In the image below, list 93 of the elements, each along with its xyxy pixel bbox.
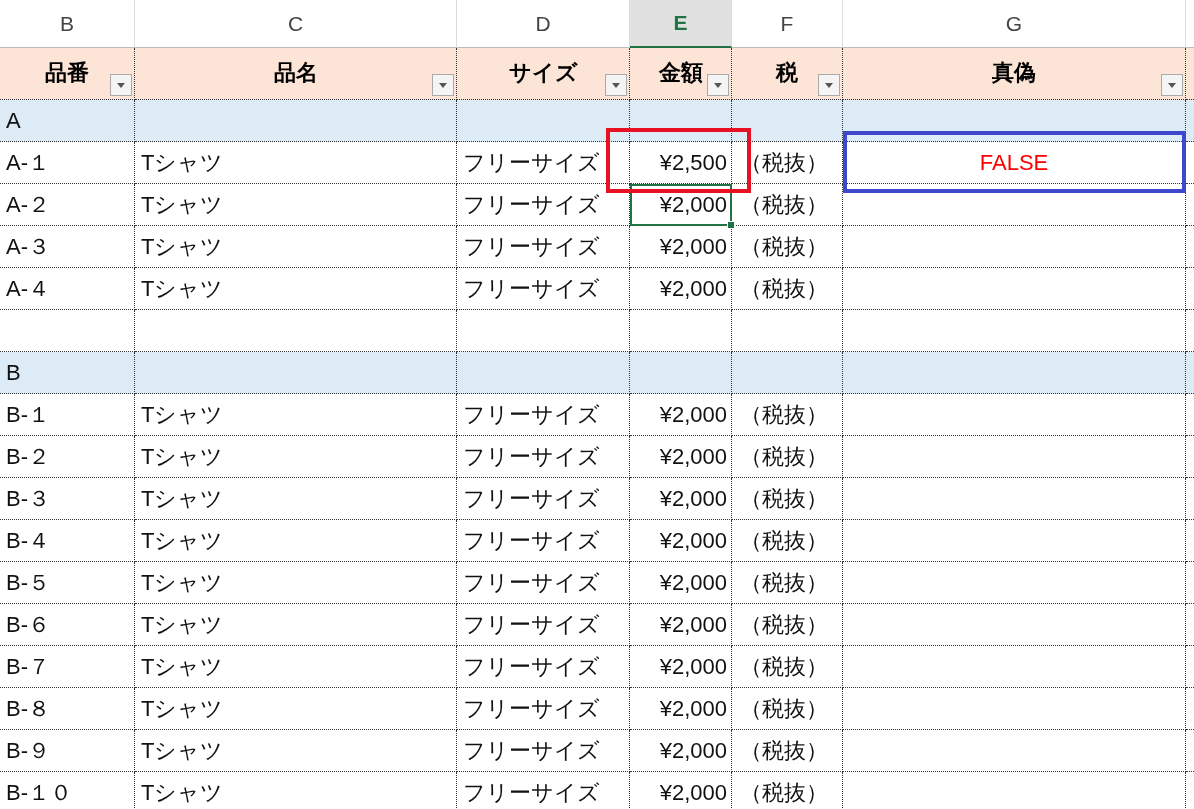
caret-icon (117, 82, 125, 88)
filter-button[interactable] (707, 74, 729, 96)
item-code: B-６ (0, 604, 135, 646)
fill-handle[interactable] (727, 221, 735, 229)
item-code: B-７ (0, 646, 135, 688)
tax-label: （税抜） (732, 226, 843, 268)
price-cell[interactable]: ¥2,000 (630, 268, 732, 310)
item-size: フリーサイズ (457, 142, 630, 184)
column-header[interactable]: E (630, 0, 732, 48)
item-code: B-９ (0, 730, 135, 772)
group-cell: A (0, 100, 135, 142)
price-cell[interactable]: ¥2,000 (630, 436, 732, 478)
item-name: Tシャツ (135, 520, 457, 562)
tax-label: （税抜） (732, 268, 843, 310)
item-code: B-５ (0, 562, 135, 604)
price-cell[interactable]: ¥2,000 (630, 688, 732, 730)
item-size: フリーサイズ (457, 562, 630, 604)
tax-label: （税抜） (732, 730, 843, 772)
item-size: フリーサイズ (457, 268, 630, 310)
header-label: 真偽 (992, 58, 1036, 87)
tax-label: （税抜） (732, 142, 843, 184)
item-code: B-３ (0, 478, 135, 520)
item-name: Tシャツ (135, 268, 457, 310)
item-code: B-１ (0, 394, 135, 436)
item-name: Tシャツ (135, 394, 457, 436)
header-label: 税 (776, 58, 798, 87)
caret-icon (439, 82, 447, 88)
item-name: Tシャツ (135, 604, 457, 646)
item-size: フリーサイズ (457, 436, 630, 478)
header-label: 金額 (658, 58, 703, 87)
item-name: Tシャツ (135, 646, 457, 688)
item-name: Tシャツ (135, 478, 457, 520)
price-cell[interactable]: ¥2,000 (630, 478, 732, 520)
tax-label: （税抜） (732, 562, 843, 604)
price-cell[interactable]: ¥2,000 (630, 604, 732, 646)
tax-label: （税抜） (732, 646, 843, 688)
item-code: B-８ (0, 688, 135, 730)
item-code: B-２ (0, 436, 135, 478)
item-size: フリーサイズ (457, 226, 630, 268)
item-name: Tシャツ (135, 436, 457, 478)
item-size: フリーサイズ (457, 184, 630, 226)
filter-button[interactable] (110, 74, 132, 96)
item-code: A-１ (0, 142, 135, 184)
header-label: サイズ (508, 58, 578, 87)
price-cell[interactable]: ¥2,000 (630, 226, 732, 268)
item-size: フリーサイズ (457, 604, 630, 646)
tax-label: （税抜） (732, 772, 843, 809)
tax-label: （税抜） (732, 184, 843, 226)
item-code: A-４ (0, 268, 135, 310)
boolean-value: FALSE (979, 149, 1049, 176)
caret-icon (825, 82, 833, 88)
price-cell[interactable]: ¥2,000 (630, 562, 732, 604)
item-code: A-３ (0, 226, 135, 268)
item-size: フリーサイズ (457, 478, 630, 520)
item-code: A-２ (0, 184, 135, 226)
tax-label: （税抜） (732, 688, 843, 730)
filter-button[interactable] (432, 74, 454, 96)
caret-icon (1168, 82, 1176, 88)
item-name: Tシャツ (135, 142, 457, 184)
caret-icon (612, 82, 620, 88)
item-name: Tシャツ (135, 226, 457, 268)
price-cell[interactable]: ¥2,000 (630, 646, 732, 688)
item-name: Tシャツ (135, 730, 457, 772)
header-label: 品名 (273, 58, 318, 87)
item-size: フリーサイズ (457, 394, 630, 436)
item-size: フリーサイズ (457, 688, 630, 730)
item-size: フリーサイズ (457, 520, 630, 562)
header-label: 品番 (45, 58, 89, 87)
filter-button[interactable] (605, 74, 627, 96)
filter-button[interactable] (1161, 74, 1183, 96)
item-name: Tシャツ (135, 562, 457, 604)
tax-label: （税抜） (732, 436, 843, 478)
price-cell[interactable]: ¥2,000 (630, 520, 732, 562)
price-cell[interactable]: ¥2,000 (630, 772, 732, 809)
caret-icon (714, 82, 722, 88)
item-size: フリーサイズ (457, 772, 630, 809)
price-cell[interactable]: ¥2,500 (630, 142, 732, 184)
price-cell[interactable]: ¥2,000 (630, 184, 732, 226)
tax-label: （税抜） (732, 478, 843, 520)
tax-label: （税抜） (732, 604, 843, 646)
price-cell[interactable]: ¥2,000 (630, 394, 732, 436)
item-name: Tシャツ (135, 772, 457, 809)
item-name: Tシャツ (135, 184, 457, 226)
group-cell: B (0, 352, 135, 394)
item-code: B-４ (0, 520, 135, 562)
tax-label: （税抜） (732, 520, 843, 562)
item-size: フリーサイズ (457, 730, 630, 772)
item-code: B-１０ (0, 772, 135, 809)
filter-button[interactable] (818, 74, 840, 96)
item-name: Tシャツ (135, 688, 457, 730)
tax-label: （税抜） (732, 394, 843, 436)
item-size: フリーサイズ (457, 646, 630, 688)
price-cell[interactable]: ¥2,000 (630, 730, 732, 772)
